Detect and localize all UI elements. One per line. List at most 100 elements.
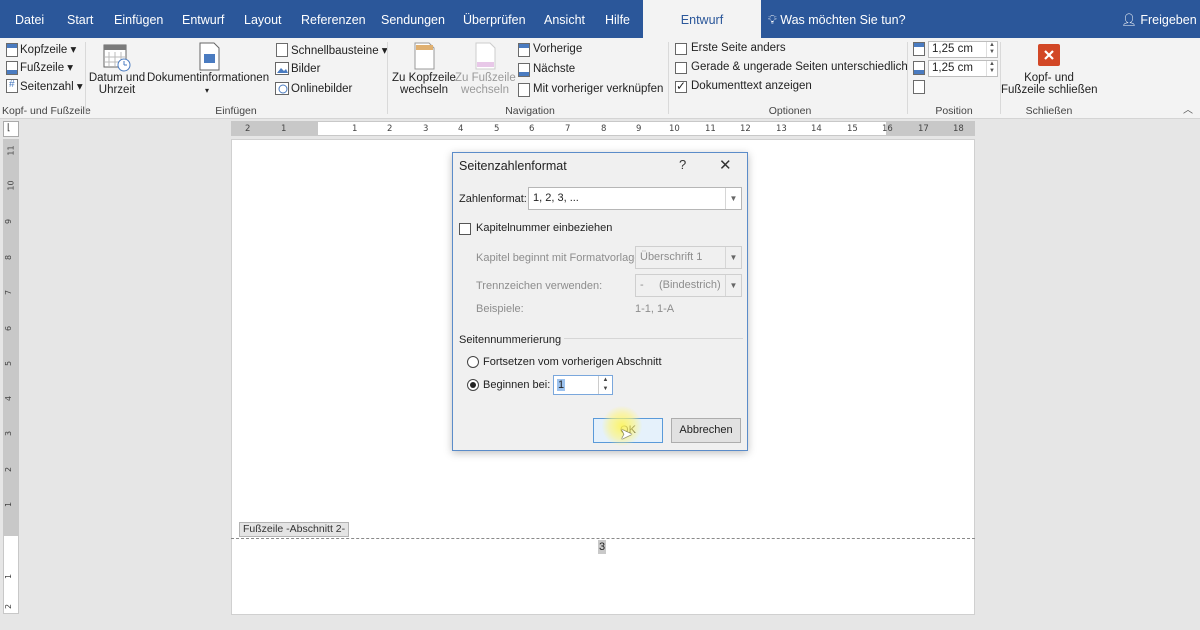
ruler-tick: 4 — [4, 395, 14, 402]
ruler-tick: 8 — [601, 124, 607, 134]
left-tab-icon: ⌊ — [7, 122, 11, 132]
spinner-arrows-icon[interactable]: ▲ ▼ — [986, 42, 997, 57]
chevron-down-icon: ▼ — [725, 275, 741, 296]
zu-kopfzeile-button[interactable]: Zu Kopfzeile wechseln — [391, 72, 457, 96]
close-icon[interactable]: ✕ — [719, 156, 732, 174]
tab-datei[interactable]: Datei — [15, 0, 44, 38]
spinner-arrows-icon[interactable]: ▲ ▼ — [986, 61, 997, 76]
tab-layout[interactable]: Layout — [244, 0, 282, 38]
ruler-tick: 14 — [811, 124, 822, 134]
ruler-tick: 10 — [669, 124, 680, 134]
ruler-tick: 2 — [245, 124, 251, 134]
beginnen-bei-value: 1 — [557, 379, 566, 391]
picture-icon — [275, 62, 289, 75]
trennzeichen-select: - (Bindestrich) ▼ — [635, 274, 742, 297]
schnellbausteine-label: Schnellbausteine — [291, 45, 379, 57]
go-to-footer-icon — [475, 42, 496, 70]
fortsetzen-radio[interactable] — [467, 356, 479, 368]
share-button[interactable]: 👤︎ Freigeben — [1121, 0, 1197, 38]
onlinebilder-button[interactable]: Onlinebilder — [291, 83, 352, 95]
ruler-tick: 6 — [529, 124, 535, 134]
ruler-tick: 2 — [387, 124, 393, 134]
naechste-button[interactable]: Nächste — [533, 63, 575, 75]
spinner-arrows-icon[interactable]: ▲ ▼ — [598, 376, 612, 394]
kapitelnummer-checkbox[interactable] — [459, 223, 471, 235]
ruler-tick: 18 — [953, 124, 964, 134]
fusszeile-label: Fußzeile — [20, 62, 65, 74]
zu-fuss-label-1: Zu Fußzeile — [455, 72, 516, 84]
tab-hilfe[interactable]: Hilfe — [605, 0, 630, 38]
kopfzeile-button[interactable]: Kopfzeile ▾ — [20, 42, 76, 56]
gerade-ungerade-label: Gerade & ungerade Seiten unterschiedlich — [691, 61, 908, 73]
ruler-tick: 1 — [352, 124, 358, 134]
schliessen-label-2: Fußzeile schließen — [1001, 84, 1098, 96]
previous-icon — [518, 43, 530, 57]
kopfzeile-label: Kopfzeile — [20, 44, 68, 56]
zu-fuss-label-2: wechseln — [461, 84, 509, 96]
vorherige-button[interactable]: Vorherige — [533, 43, 582, 55]
collapse-ribbon-icon[interactable]: ︿ — [1183, 101, 1193, 116]
tell-me-box[interactable]: 💡︎ Was möchten Sie tun? — [768, 0, 906, 38]
group-label-navigation: Navigation — [505, 105, 555, 117]
tab-einfuegen[interactable]: Einfügen — [114, 0, 163, 38]
beginnen-label: Beginnen bei: — [483, 379, 551, 391]
footer-icon — [6, 61, 18, 75]
beispiele-label: Beispiele: — [476, 303, 524, 315]
tab-ansicht[interactable]: Ansicht — [544, 0, 585, 38]
kapitel-beginnt-value: Überschrift 1 — [640, 251, 703, 263]
schnellbausteine-button[interactable]: Schnellbausteine ▾ — [291, 43, 388, 57]
tell-me-text: Was möchten Sie tun? — [780, 13, 906, 27]
tab-ueberpruefen[interactable]: Überprüfen — [463, 0, 526, 38]
close-header-footer-icon[interactable] — [1038, 44, 1060, 66]
dokumenttext-label: Dokumenttext anzeigen — [691, 80, 812, 92]
header-icon — [6, 43, 18, 57]
cancel-button[interactable]: Abbrechen — [671, 418, 741, 443]
ruler-tick: 9 — [636, 124, 642, 134]
alignment-tab-icon[interactable] — [913, 80, 925, 94]
dokumenttext-checkbox[interactable] — [675, 79, 687, 93]
footer-position-value: 1,25 cm — [932, 62, 973, 74]
fusszeile-button[interactable]: Fußzeile ▾ — [20, 60, 73, 74]
seitenzahl-button[interactable]: Seitenzahl ▾ — [20, 79, 83, 93]
zahlenformat-label: Zahlenformat: — [459, 193, 527, 205]
gerade-ungerade-checkbox[interactable] — [675, 62, 687, 74]
footer-position-spinner[interactable]: 1,25 cm ▲ ▼ — [928, 60, 998, 77]
bilder-button[interactable]: Bilder — [291, 63, 320, 75]
ruler-tick: 5 — [4, 360, 14, 367]
kopf-fusszeile-schliessen-button[interactable]: Kopf- und Fußzeile schließen — [1001, 72, 1098, 96]
trennzeichen-value: - (Bindestrich) — [640, 279, 721, 291]
help-icon[interactable]: ? — [679, 157, 686, 172]
kapitelnummer-label: Kapitelnummer einbeziehen — [476, 222, 613, 234]
fortsetzen-label: Fortsetzen vom vorherigen Abschnitt — [483, 356, 662, 368]
header-top-icon — [913, 42, 925, 56]
tab-selector[interactable]: ⌊ — [3, 121, 19, 137]
ruler-top-margin — [4, 140, 18, 536]
zahlenformat-select[interactable]: 1, 2, 3, ... ▼ — [528, 187, 742, 210]
datum-label-1: Datum und — [88, 72, 146, 84]
next-icon — [518, 63, 530, 77]
ruler-tick: 12 — [740, 124, 751, 134]
vertical-ruler[interactable]: 11 10 9 8 7 6 5 4 3 2 1 1 2 — [3, 139, 19, 614]
header-position-value: 1,25 cm — [932, 43, 973, 55]
footer-section-tag: Fußzeile -Abschnitt 2- — [239, 522, 350, 537]
tab-sendungen[interactable]: Sendungen — [381, 0, 445, 38]
verknuepfen-button[interactable]: Mit vorheriger verknüpfen — [533, 83, 663, 95]
tab-entwurf[interactable]: Entwurf — [182, 0, 224, 38]
beginnen-bei-input[interactable]: 1 ▲ ▼ — [553, 375, 613, 395]
zahlenformat-value: 1, 2, 3, ... — [533, 192, 579, 204]
ruler-tick: 8 — [4, 254, 14, 261]
horizontal-ruler[interactable]: 2 1 1 2 3 4 5 6 7 8 9 10 11 12 13 14 15 … — [231, 121, 975, 136]
tab-kopf-fusszeile-entwurf[interactable]: Entwurf — [643, 0, 761, 40]
erste-seite-checkbox[interactable] — [675, 43, 687, 55]
go-to-header-icon — [414, 42, 435, 70]
mouse-pointer-icon: ➤ — [620, 426, 633, 443]
dialog-title: Seitenzahlenformat — [459, 159, 567, 173]
footer-page-number[interactable]: 3 — [598, 540, 606, 554]
tab-start[interactable]: Start — [67, 0, 93, 38]
header-position-spinner[interactable]: 1,25 cm ▲ ▼ — [928, 41, 998, 58]
beginnen-radio[interactable] — [467, 379, 479, 391]
datum-uhrzeit-button[interactable]: Datum und Uhrzeit — [88, 72, 146, 96]
dokumentinformationen-button[interactable]: Dokumentinformationen ▾ — [147, 72, 269, 96]
ruler-tick: 4 — [458, 124, 464, 134]
tab-referenzen[interactable]: Referenzen — [301, 0, 366, 38]
